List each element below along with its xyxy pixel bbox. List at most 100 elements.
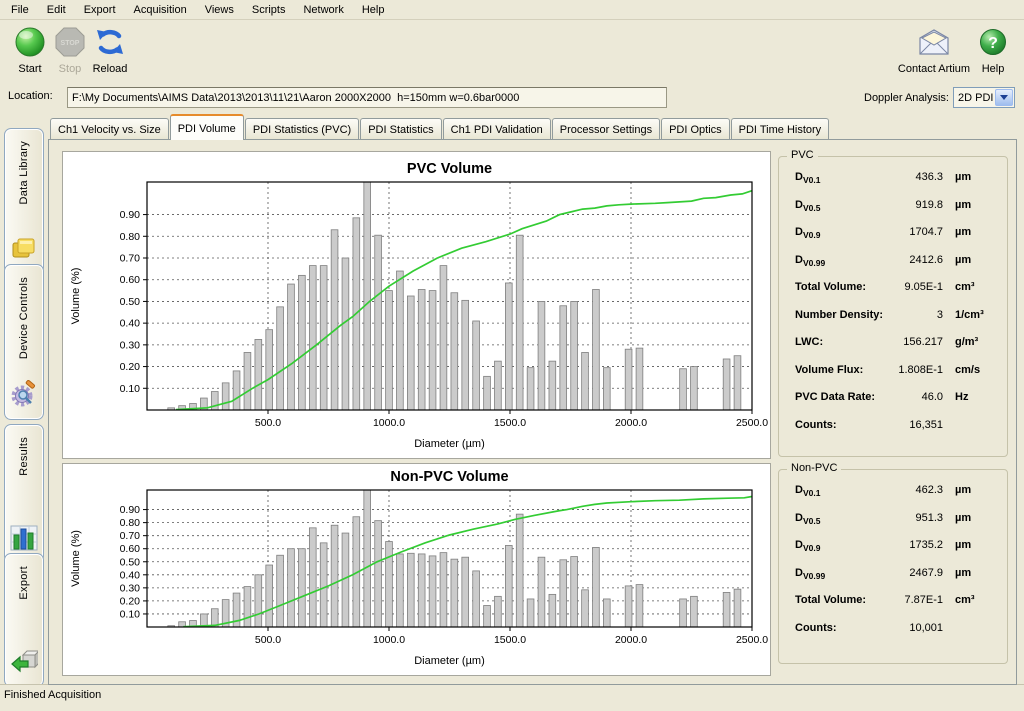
tab-processor-settings[interactable]: Processor Settings [552,118,660,140]
svg-text:Non-PVC Volume: Non-PVC Volume [390,469,508,485]
contact-artium-button[interactable]: Contact Artium [894,24,974,75]
svg-text:Volume (%): Volume (%) [70,530,82,587]
stop-button-label: Stop [59,63,82,75]
sidebar-item-label: Results [18,437,30,476]
stat-row: DV0.992467.9µm [779,567,1007,595]
svg-text:0.40: 0.40 [120,318,141,330]
stat-row: PVC Data Rate:46.0Hz [779,391,1007,419]
stat-value: 7.87E-1 [904,594,943,606]
stop-button: STOP Stop [52,24,88,75]
location-input[interactable] [67,87,667,108]
menu-item-edit[interactable]: Edit [38,1,75,19]
start-button[interactable]: Start [8,24,52,75]
start-button-label: Start [18,63,41,75]
tab-pdi-statistics-pvc[interactable]: PDI Statistics (PVC) [245,118,359,140]
svg-text:Diameter (µm): Diameter (µm) [414,655,485,667]
menu-item-file[interactable]: File [2,1,38,19]
non-pvc-stats-rows: DV0.1462.3µmDV0.5951.3µmDV0.91735.2µmDV0… [779,484,1007,649]
status-text: Finished Acquisition [4,689,101,701]
svg-text:1000.0: 1000.0 [373,634,405,646]
contact-artium-label: Contact Artium [898,63,970,75]
tab-pdi-time-history[interactable]: PDI Time History [731,118,830,140]
stat-value: 436.3 [915,171,943,183]
help-icon: ? [979,24,1007,60]
tab-pdi-volume[interactable]: PDI Volume [170,114,244,140]
svg-text:?: ? [988,35,998,52]
svg-text:0.10: 0.10 [120,608,141,620]
stat-value: 156.217 [903,336,943,348]
doppler-analysis-select[interactable]: 2D PDI [953,87,1015,108]
stat-value: 1.808E-1 [898,364,943,376]
menu-item-views[interactable]: Views [196,1,243,19]
stat-row: Total Volume:9.05E-1cm³ [779,281,1007,309]
stat-unit: g/m³ [955,336,999,348]
tab-pdi-statistics[interactable]: PDI Statistics [360,118,441,140]
stat-row: Counts:16,351 [779,419,1007,447]
menu-item-help[interactable]: Help [353,1,394,19]
location-bar: Location: Doppler Analysis: 2D PDI [0,85,1024,109]
stat-unit: µm [955,199,999,211]
tab-pdi-optics[interactable]: PDI Optics [661,118,730,140]
pvc-stats-groupbox: PVC DV0.1436.3µmDV0.5919.8µmDV0.91704.7µ… [778,156,1008,457]
stat-label: Number Density: [795,309,883,321]
stat-unit: 1/cm³ [955,309,999,321]
help-button-label: Help [982,63,1005,75]
svg-text:2000.0: 2000.0 [615,634,647,646]
stat-label: DV0.99 [795,254,825,268]
svg-text:0.80: 0.80 [120,231,141,243]
envelope-icon [916,24,952,60]
sidebar-item-export[interactable]: Export [4,553,44,687]
stop-icon: STOP [55,24,85,60]
svg-text:0.70: 0.70 [120,530,141,542]
application-window: File Edit Export Acquisition Views Scrip… [0,0,1024,711]
tab-bar: Ch1 Velocity vs. Size PDI Volume PDI Sta… [50,118,1017,140]
svg-text:500.0: 500.0 [255,417,281,429]
tab-ch1-pdi-validation[interactable]: Ch1 PDI Validation [443,118,551,140]
menu-item-scripts[interactable]: Scripts [243,1,295,19]
non-pvc-groupbox-title: Non-PVC [787,462,841,474]
stat-row: Total Volume:7.87E-1cm³ [779,594,1007,622]
bar-chart-icon [10,517,38,554]
gear-icon [10,372,38,411]
stat-value: 1735.2 [909,539,943,551]
tab-ch1-velocity-vs-size[interactable]: Ch1 Velocity vs. Size [50,118,169,140]
menu-item-export[interactable]: Export [75,1,125,19]
menu-item-network[interactable]: Network [294,1,352,19]
start-icon [14,24,46,60]
help-button[interactable]: ? Help [972,24,1014,75]
stat-label: DV0.5 [795,199,820,213]
stat-row: DV0.91704.7µm [779,226,1007,254]
stat-value: 3 [937,309,943,321]
reload-icon [94,24,126,60]
svg-text:2500.0: 2500.0 [736,417,768,429]
svg-text:0.90: 0.90 [120,504,141,516]
sidebar-item-results[interactable]: Results [4,424,44,563]
sidebar-item-label: Data Library [18,141,30,205]
svg-text:0.50: 0.50 [120,556,141,568]
reload-button[interactable]: Reload [88,24,132,75]
pvc-stats-rows: DV0.1436.3µmDV0.5919.8µmDV0.91704.7µmDV0… [779,171,1007,446]
stat-unit: µm [955,567,999,579]
svg-text:0.50: 0.50 [120,296,141,308]
sidebar-item-device-controls[interactable]: Device Controls [4,264,44,420]
menu-item-acquisition[interactable]: Acquisition [125,1,196,19]
stat-row: DV0.992412.6µm [779,254,1007,282]
chevron-down-icon [1000,95,1008,100]
stat-label: DV0.99 [795,567,825,581]
stat-row: DV0.5919.8µm [779,199,1007,227]
sidebar-item-data-library[interactable]: Data Library [4,128,44,274]
stat-label: LWC: [795,336,823,348]
reload-button-label: Reload [93,63,128,75]
stat-unit: µm [955,254,999,266]
svg-text:2000.0: 2000.0 [615,417,647,429]
svg-text:0.70: 0.70 [120,253,141,265]
menu-bar: File Edit Export Acquisition Views Scrip… [0,0,1024,20]
dropdown-button[interactable] [995,89,1013,106]
svg-text:0.60: 0.60 [120,543,141,555]
doppler-analysis-value: 2D PDI [954,92,994,104]
stat-label: Counts: [795,419,837,431]
stat-value: 46.0 [922,391,943,403]
export-arrow-icon [10,641,38,678]
svg-text:0.40: 0.40 [120,569,141,581]
content-area: Ch1 Velocity vs. Size PDI Volume PDI Sta… [48,118,1017,685]
